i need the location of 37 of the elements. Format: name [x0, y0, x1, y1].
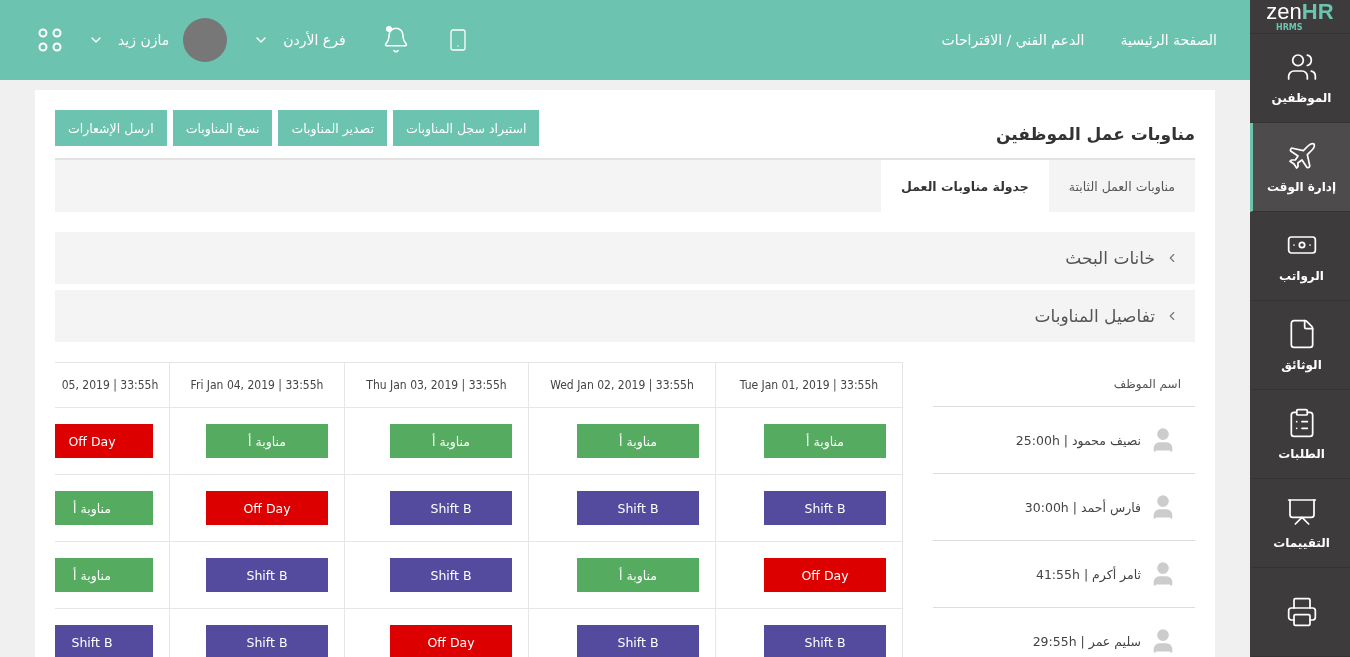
sidebar-item[interactable]: الوثائق: [1250, 301, 1350, 390]
apps-grid-icon[interactable]: [38, 28, 62, 52]
shift-chip[interactable]: Shift B: [55, 625, 153, 657]
avatar: [183, 18, 228, 62]
day-header: Wed Jan 02, 2019 | 33:55h: [529, 363, 715, 408]
tab[interactable]: جدولة مناوبات العمل: [881, 160, 1049, 212]
sidebar-item[interactable]: التقييمات: [1250, 479, 1350, 568]
printer-icon[interactable]: [1285, 596, 1318, 628]
column-header: اسم الموظف: [933, 362, 1195, 407]
employee-name: سليم عمر | 29:55h: [1032, 633, 1141, 649]
sidebar-item[interactable]: إدارة الوقت: [1250, 123, 1350, 212]
accordion-header[interactable]: خانات البحث: [55, 232, 1195, 284]
employee-name: ثامر أكرم | 41:55h: [1035, 566, 1141, 582]
accordion-header[interactable]: تفاصيل المناوبات: [55, 290, 1195, 342]
shift-chip[interactable]: Shift B: [206, 558, 328, 592]
shift-chip[interactable]: Shift B: [390, 491, 512, 525]
sidebar-icon: [1285, 496, 1318, 528]
employee-name: فارس أحمد | 30:00h: [1024, 499, 1141, 515]
day-header: Tue Jan 01, 2019 | 33:55h: [716, 363, 902, 408]
sidebar-icon: [1285, 51, 1318, 83]
shift-chip[interactable]: Shift B: [577, 491, 699, 525]
shift-chip[interactable]: Shift B: [390, 558, 512, 592]
day-header: 05, 2019 | 33:55h: [55, 363, 169, 408]
shift-chip[interactable]: Off Day: [55, 424, 153, 458]
employee-name: نصيف محمود | 25:00h: [1015, 432, 1141, 448]
day-header: Thu Jan 03, 2019 | 33:55h: [345, 363, 528, 408]
shift-chip[interactable]: Shift B: [764, 491, 886, 525]
shift-chip[interactable]: Shift B: [764, 625, 886, 657]
shift-chip[interactable]: Off Day: [390, 625, 512, 657]
shift-chip[interactable]: Off Day: [764, 558, 886, 592]
shift-chip[interactable]: Off Day: [206, 491, 328, 525]
day-header: Fri Jan 04, 2019 | 33:55h: [170, 363, 344, 408]
page-title: مناوبات عمل الموظفين: [995, 123, 1195, 144]
shift-chip[interactable]: Shift B: [577, 625, 699, 657]
sidebar-item[interactable]: الرواتب: [1250, 212, 1350, 301]
sidebar-item[interactable]: الطلبات: [1250, 390, 1350, 479]
shift-chip[interactable]: Shift B: [206, 625, 328, 657]
